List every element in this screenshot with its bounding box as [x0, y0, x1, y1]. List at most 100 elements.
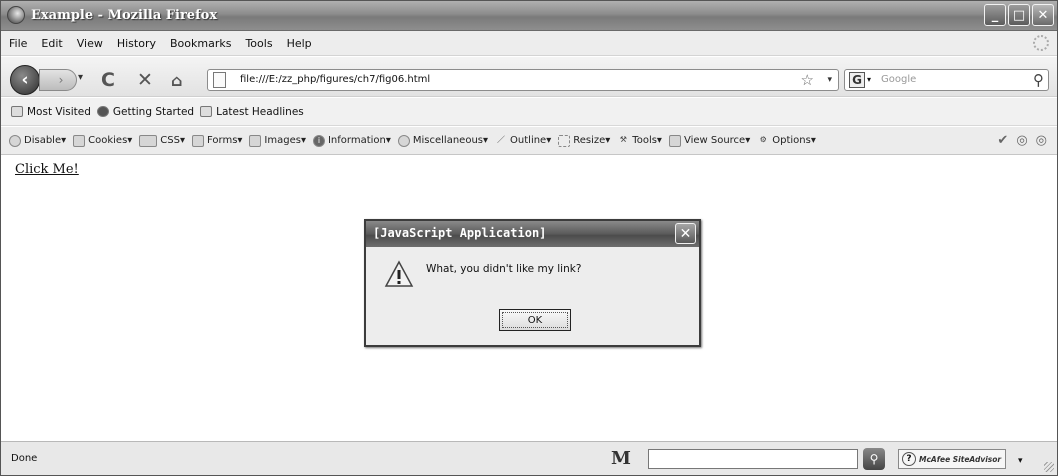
outline-icon: ／: [497, 134, 506, 144]
status-search-button[interactable]: ⚲: [863, 448, 885, 470]
bookmark-label: Latest Headlines: [216, 105, 304, 118]
bookmark-latest-headlines[interactable]: Latest Headlines: [200, 106, 304, 118]
dev-label: Options▾: [772, 135, 816, 146]
dev-label: Information▾: [327, 135, 391, 146]
forward-button[interactable]: ›: [39, 69, 77, 91]
js-status-icon[interactable]: ◎: [1036, 133, 1047, 148]
dev-view-source[interactable]: View Source▾: [668, 134, 751, 147]
menu-bookmarks[interactable]: Bookmarks: [170, 37, 231, 50]
menu-view[interactable]: View: [77, 37, 103, 50]
dev-resize[interactable]: Resize▾: [558, 134, 611, 147]
rss-icon: [200, 106, 213, 117]
resize-icon: [558, 134, 571, 147]
alert-dialog: [JavaScript Application] ✕ What, you did…: [364, 219, 701, 347]
dev-label: Cookies▾: [88, 135, 133, 146]
options-icon: ⚙: [759, 134, 767, 144]
dev-cookies[interactable]: Cookies▾: [73, 134, 133, 147]
site-advisor-label: McAfee SiteAdvisor: [919, 454, 1002, 464]
dev-label: Disable▾: [24, 135, 67, 146]
status-text: Done: [11, 453, 38, 464]
dev-label: Images▾: [264, 135, 306, 146]
ok-button[interactable]: OK: [499, 309, 571, 331]
dev-label: CSS▾: [160, 135, 185, 146]
dev-label: Miscellaneous▾: [412, 135, 489, 146]
close-window-button[interactable]: ✕: [1032, 4, 1054, 26]
dev-options[interactable]: ⚙ Options▾: [757, 135, 816, 147]
dialog-title-bar: [JavaScript Application] ✕: [366, 221, 699, 247]
dev-outline[interactable]: ／ Outline▾: [495, 135, 551, 147]
dev-tools[interactable]: ⚒ Tools▾: [617, 135, 662, 147]
title-bar: Example - Mozilla Firefox _ □ ✕: [1, 1, 1057, 31]
dialog-message: What, you didn't like my link?: [426, 263, 582, 275]
window-title: Example - Mozilla Firefox: [31, 8, 218, 23]
dev-forms[interactable]: Forms▾: [192, 134, 243, 147]
menu-help[interactable]: Help: [287, 37, 312, 50]
dev-label: Outline▾: [510, 135, 552, 146]
maximize-button[interactable]: □: [1008, 4, 1030, 26]
dev-miscellaneous[interactable]: Miscellaneous▾: [397, 134, 489, 147]
search-engine-dropdown-icon[interactable]: ▾: [867, 75, 871, 84]
stop-icon[interactable]: ✕: [137, 69, 153, 91]
dev-label: Forms▾: [207, 135, 243, 146]
url-bar[interactable]: file:///E:/zz_php/figures/ch7/fig06.html…: [207, 69, 839, 91]
dev-label: View Source▾: [683, 135, 751, 146]
dialog-close-button[interactable]: ✕: [675, 223, 696, 244]
dev-status-icons: ✔ ◎ ◎: [997, 133, 1047, 148]
css-status-icon[interactable]: ◎: [1016, 133, 1027, 148]
cookies-icon: [73, 134, 86, 147]
resize-grip-icon[interactable]: [1044, 462, 1054, 472]
menu-history[interactable]: History: [117, 37, 156, 50]
menu-file[interactable]: File: [9, 37, 27, 50]
dev-label: Resize▾: [573, 135, 611, 146]
search-bar[interactable]: G ▾ Google ⚲: [844, 69, 1049, 91]
url-text[interactable]: file:///E:/zz_php/figures/ch7/fig06.html: [240, 74, 430, 85]
disable-icon: [9, 134, 21, 147]
history-dropdown-icon[interactable]: ▾: [78, 72, 83, 83]
dialog-title: [JavaScript Application]: [373, 226, 547, 240]
search-engine-icon[interactable]: G: [849, 72, 865, 88]
browser-window: Example - Mozilla Firefox _ □ ✕ File Edi…: [0, 0, 1058, 476]
dev-images[interactable]: Images▾: [249, 134, 306, 147]
miscellaneous-icon: [397, 134, 410, 147]
forms-icon: [192, 134, 204, 147]
firefox-logo-icon: [7, 6, 25, 24]
menu-edit[interactable]: Edit: [41, 37, 62, 50]
url-dropdown-icon[interactable]: ▾: [827, 75, 832, 85]
m-logo-icon[interactable]: M: [611, 448, 631, 469]
bookmarks-toolbar: Most Visited Getting Started Latest Head…: [1, 98, 1057, 126]
menu-bar: File Edit View History Bookmarks Tools H…: [1, 31, 1057, 56]
site-advisor-button[interactable]: ? McAfee SiteAdvisor: [898, 449, 1006, 469]
most-visited-icon: [11, 106, 23, 117]
navigation-bar: ‹ › ▾ C ✕ ⌂ file:///E:/zz_php/figures/ch…: [1, 57, 1057, 97]
throbber-icon: [1033, 35, 1049, 51]
warning-icon: [384, 260, 414, 287]
menu-tools[interactable]: Tools: [245, 37, 272, 50]
view-source-icon: [668, 134, 681, 147]
site-advisor-dropdown-icon[interactable]: ▾: [1018, 456, 1023, 466]
reload-icon[interactable]: C: [101, 69, 115, 91]
click-me-link[interactable]: Click Me!: [15, 162, 79, 177]
minimize-button[interactable]: _: [984, 4, 1006, 26]
getting-started-icon: [96, 106, 109, 117]
validate-check-icon[interactable]: ✔: [997, 133, 1008, 148]
bookmark-label: Most Visited: [27, 105, 91, 118]
bookmark-star-icon[interactable]: ☆: [801, 71, 814, 89]
images-icon: [249, 134, 262, 147]
dev-disable[interactable]: Disable▾: [9, 134, 67, 147]
page-icon: [213, 72, 226, 88]
dev-css[interactable]: CSS▾: [139, 134, 185, 147]
bookmark-label: Getting Started: [112, 105, 195, 118]
dev-label: Tools▾: [632, 135, 662, 146]
status-search-input[interactable]: [648, 449, 858, 469]
bookmark-most-visited[interactable]: Most Visited: [11, 106, 91, 118]
bookmark-getting-started[interactable]: Getting Started: [96, 105, 195, 118]
back-button[interactable]: ‹: [10, 65, 40, 95]
search-icon[interactable]: ⚲: [1033, 71, 1044, 89]
home-icon[interactable]: ⌂: [171, 71, 182, 90]
tools-icon: ⚒: [619, 134, 627, 144]
search-placeholder[interactable]: Google: [881, 74, 916, 85]
status-bar: Done M ⚲ ? McAfee SiteAdvisor ▾: [1, 441, 1057, 475]
web-developer-toolbar: Disable▾ Cookies▾ CSS▾ Forms▾ Images▾ iI…: [1, 127, 1057, 155]
dev-information[interactable]: i Information▾: [312, 134, 391, 147]
window-controls: _ □ ✕: [984, 4, 1054, 26]
